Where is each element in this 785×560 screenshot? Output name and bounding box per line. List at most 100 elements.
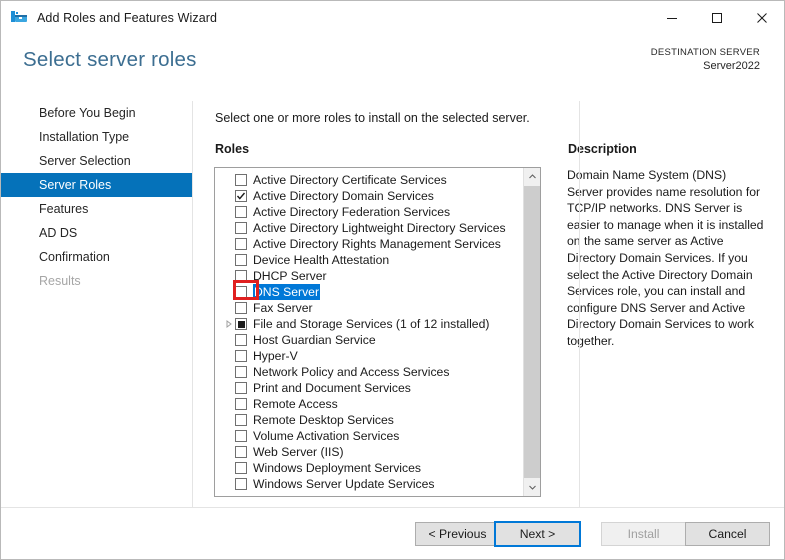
- scroll-down-button[interactable]: [524, 479, 540, 496]
- role-list-item[interactable]: DHCP Server: [215, 268, 522, 284]
- minimize-icon: [666, 17, 677, 19]
- role-checkbox[interactable]: [235, 334, 247, 346]
- page-title: Select server roles: [23, 48, 197, 71]
- destination-server-label: DESTINATION SERVER: [650, 47, 760, 58]
- role-label: Network Policy and Access Services: [253, 365, 450, 379]
- role-list-item[interactable]: Remote Access: [215, 396, 522, 412]
- sidebar-item-label: Server Selection: [39, 154, 131, 168]
- description-panel: Domain Name System (DNS) Server provides…: [567, 167, 765, 497]
- sidebar-item-server-selection[interactable]: Server Selection: [1, 149, 193, 173]
- expand-triangle-icon[interactable]: [222, 318, 235, 331]
- role-list-item[interactable]: Active Directory Domain Services: [215, 188, 522, 204]
- role-list-item[interactable]: Remote Desktop Services: [215, 412, 522, 428]
- role-checkbox[interactable]: [235, 446, 247, 458]
- role-list-item[interactable]: Host Guardian Service: [215, 332, 522, 348]
- sidebar-item-ad-ds[interactable]: AD DS: [1, 221, 193, 245]
- close-button[interactable]: [739, 1, 784, 34]
- chevron-down-icon: [529, 485, 536, 490]
- previous-button[interactable]: < Previous: [415, 522, 500, 546]
- roles-list: Active Directory Certificate Services Act…: [215, 172, 522, 492]
- role-checkbox[interactable]: [235, 350, 247, 362]
- instruction-text: Select one or more roles to install on t…: [215, 111, 530, 125]
- role-checkbox[interactable]: [235, 174, 247, 186]
- role-list-item[interactable]: Device Health Attestation: [215, 252, 522, 268]
- role-label: Web Server (IIS): [253, 445, 344, 459]
- role-label: Active Directory Federation Services: [253, 205, 451, 219]
- role-list-item[interactable]: Print and Document Services: [215, 380, 522, 396]
- role-checkbox[interactable]: [235, 222, 247, 234]
- add-roles-features-wizard-window: Add Roles and Features Wizard Select ser…: [0, 0, 785, 560]
- maximize-button[interactable]: [694, 1, 739, 34]
- role-list-item[interactable]: DNS Server: [215, 280, 522, 300]
- role-list-item[interactable]: Network Policy and Access Services: [215, 364, 522, 380]
- role-list-item[interactable]: Active Directory Rights Management Servi…: [215, 236, 522, 252]
- checkmark-icon: [236, 192, 246, 200]
- role-checkbox[interactable]: [235, 238, 247, 250]
- role-checkbox[interactable]: [235, 318, 247, 330]
- role-list-item[interactable]: Active Directory Federation Services: [215, 204, 522, 220]
- chevron-up-icon: [529, 174, 536, 179]
- scroll-up-button[interactable]: [524, 168, 540, 185]
- role-checkbox[interactable]: [235, 366, 247, 378]
- role-checkbox[interactable]: [235, 270, 247, 282]
- role-checkbox[interactable]: [235, 286, 247, 298]
- role-label: File and Storage Services (1 of 12 insta…: [253, 317, 490, 331]
- role-list-item[interactable]: File and Storage Services (1 of 12 insta…: [215, 316, 522, 332]
- sidebar-item-label: AD DS: [39, 226, 78, 240]
- minimize-button[interactable]: [649, 1, 694, 34]
- role-label: Hyper-V: [253, 349, 298, 363]
- role-checkbox[interactable]: [235, 462, 247, 474]
- role-list-item[interactable]: Fax Server: [215, 300, 522, 316]
- role-checkbox[interactable]: [235, 254, 247, 266]
- role-list-item[interactable]: Hyper-V: [215, 348, 522, 364]
- sidebar-item-label: Before You Begin: [39, 106, 136, 120]
- role-checkbox[interactable]: [235, 302, 247, 314]
- sidebar-item-server-roles[interactable]: Server Roles: [1, 173, 193, 197]
- role-checkbox[interactable]: [235, 414, 247, 426]
- role-label: Active Directory Certificate Services: [253, 173, 447, 187]
- scrollbar-thumb[interactable]: [524, 186, 540, 478]
- roles-features-wizard-icon: [11, 10, 27, 22]
- window-controls: [649, 1, 784, 34]
- role-list-item[interactable]: Windows Deployment Services: [215, 460, 522, 476]
- role-checkbox[interactable]: [235, 478, 247, 490]
- close-icon: [756, 12, 767, 23]
- sidebar-item-installation-type[interactable]: Installation Type: [1, 125, 193, 149]
- role-list-item[interactable]: Windows Server Update Services: [215, 476, 522, 492]
- roles-listbox[interactable]: Active Directory Certificate Services Act…: [214, 167, 541, 497]
- role-label: Print and Document Services: [253, 381, 411, 395]
- destination-server-info: DESTINATION SERVER Server2022: [651, 46, 760, 73]
- role-checkbox[interactable]: [235, 430, 247, 442]
- role-checkbox[interactable]: [235, 190, 247, 202]
- role-list-item[interactable]: Active Directory Lightweight Directory S…: [215, 220, 522, 236]
- role-list-item[interactable]: Volume Activation Services: [215, 428, 522, 444]
- sidebar-item-label: Features: [39, 202, 89, 216]
- role-checkbox[interactable]: [235, 382, 247, 394]
- role-list-item[interactable]: Web Server (IIS): [215, 444, 522, 460]
- role-checkbox[interactable]: [235, 206, 247, 218]
- cancel-button[interactable]: Cancel: [685, 522, 770, 546]
- title-bar: Add Roles and Features Wizard: [1, 1, 784, 34]
- description-divider: [579, 101, 580, 507]
- sidebar-item-features[interactable]: Features: [1, 197, 193, 221]
- role-label: Host Guardian Service: [253, 333, 376, 347]
- page-header: Select server roles DESTINATION SERVER S…: [1, 34, 784, 96]
- roles-scrollbar[interactable]: [523, 168, 540, 496]
- sidebar-item-before-you-begin[interactable]: Before You Begin: [1, 101, 193, 125]
- role-list-item[interactable]: Active Directory Certificate Services: [215, 172, 522, 188]
- next-button[interactable]: Next >: [494, 521, 581, 547]
- sidebar-item-confirmation[interactable]: Confirmation: [1, 245, 193, 269]
- role-checkbox[interactable]: [235, 398, 247, 410]
